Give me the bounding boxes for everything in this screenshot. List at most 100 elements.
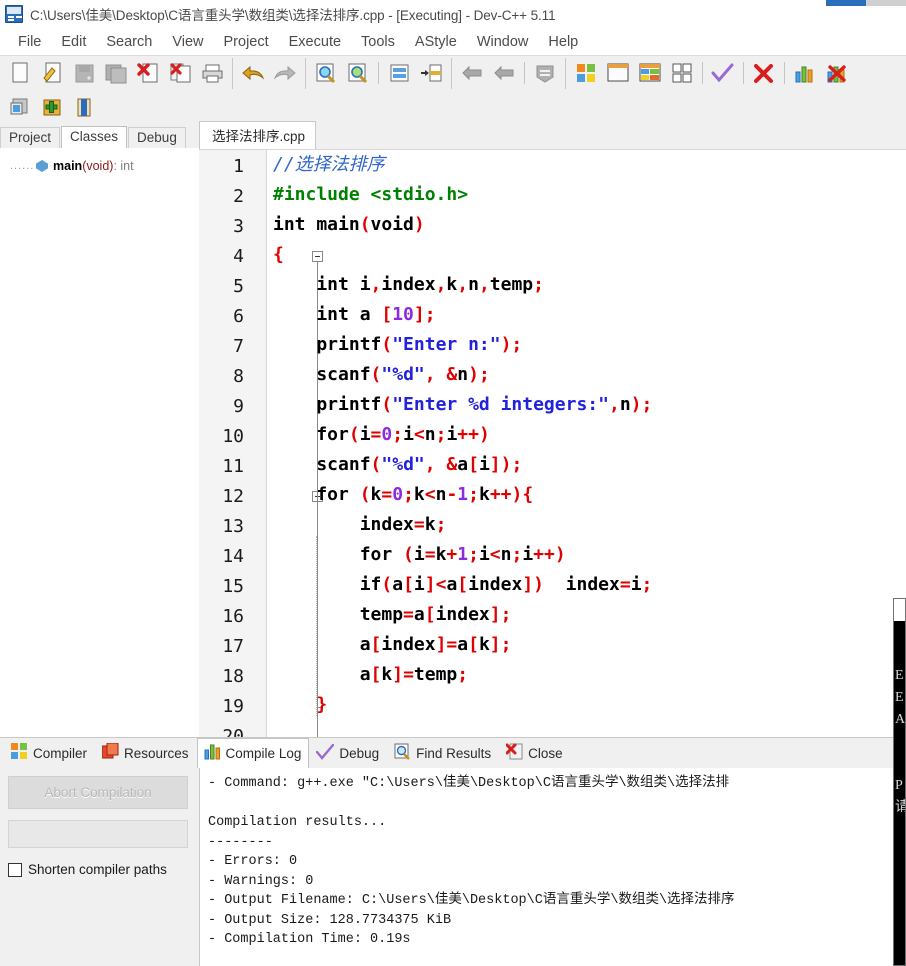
open-file-icon[interactable] (37, 59, 67, 88)
code-token: i (403, 424, 414, 445)
tree-item-args: (void) (82, 159, 114, 173)
main-toolbar: TDM-G (0, 55, 906, 143)
tab-debug-bottom[interactable]: Debug (309, 739, 388, 768)
menu-window[interactable]: Window (467, 32, 539, 52)
menu-tools[interactable]: Tools (351, 32, 405, 52)
code-token: for (273, 484, 360, 505)
code-token: ; (403, 484, 414, 505)
line-number: 1 (233, 156, 244, 177)
undo-icon[interactable] (238, 59, 268, 88)
add-to-project-icon[interactable] (37, 93, 67, 122)
project-options-icon[interactable] (69, 93, 99, 122)
code-token: "Enter n:" (392, 334, 501, 355)
code-token: 1 (457, 484, 469, 505)
code-token: , & (424, 454, 458, 475)
toolbar-separator-2 (524, 62, 525, 84)
code-token: ++){ (489, 484, 534, 505)
line-number: 19 (222, 696, 244, 717)
close-button[interactable] (866, 0, 906, 6)
code-token: a (446, 574, 458, 595)
menu-help[interactable]: Help (538, 32, 588, 52)
maximize-button[interactable] (826, 0, 866, 6)
tab-resources[interactable]: Resources (95, 738, 197, 768)
run-icon[interactable] (603, 59, 633, 88)
code-token: 0 (381, 424, 393, 445)
stop-execution-icon[interactable] (749, 59, 779, 88)
compile-run-icon[interactable] (635, 59, 665, 88)
goto-line-icon[interactable] (384, 59, 414, 88)
code-token: k (446, 274, 458, 295)
new-file-icon[interactable] (5, 59, 35, 88)
compile-log-line: Compilation results... (208, 815, 387, 830)
shorten-compiler-paths-checkbox[interactable] (8, 862, 22, 877)
compile-log-output[interactable]: - Command: g++.exe "C:\Users\佳美\Desktop\… (199, 768, 906, 966)
find-icon[interactable] (311, 59, 341, 88)
compile-log-line: - Command: g++.exe "C:\Users\佳美\Desktop\… (208, 776, 730, 791)
line-number: 11 (222, 456, 244, 477)
tab-classes[interactable]: Classes (61, 126, 128, 148)
rebuild-all-icon[interactable] (667, 59, 697, 88)
code-text-area[interactable]: //选择法排序 #include <stdio.h> int main(void){… (268, 150, 906, 737)
code-token: = (619, 574, 631, 595)
menu-execute[interactable]: Execute (279, 32, 351, 52)
code-token: ]= (392, 664, 414, 685)
goto-function-icon[interactable] (416, 59, 446, 88)
syntax-check-icon[interactable] (708, 59, 738, 88)
code-token: k (381, 664, 393, 685)
menu-search[interactable]: Search (96, 32, 162, 52)
forward-icon[interactable] (489, 59, 519, 88)
minimize-button[interactable] (786, 0, 826, 6)
line-number: 12 (222, 486, 244, 507)
redo-icon[interactable] (270, 59, 300, 88)
editor-panel: 选择法排序.cpp 1 2 3 4 5 6 7 8 9 10 11 12 13 14 15 16 17 18 19 2… (199, 121, 906, 737)
close-file-icon[interactable] (133, 59, 163, 88)
tab-project[interactable]: Project (0, 127, 61, 148)
abort-compilation-button[interactable]: Abort Compilation (8, 776, 188, 809)
menu-view[interactable]: View (162, 32, 213, 52)
delete-profile-icon[interactable] (822, 59, 852, 88)
tree-item-main[interactable]: ...... main (void) : int (0, 157, 199, 175)
editor-body[interactable]: 1 2 3 4 5 6 7 8 9 10 11 12 13 14 15 16 17 18 19 20 //选择法排序 #… (199, 149, 906, 737)
compile-icon[interactable] (571, 59, 601, 88)
code-token: ]; (489, 604, 512, 625)
menu-file[interactable]: File (8, 32, 51, 52)
editor-tab-file[interactable]: 选择法排序.cpp (199, 121, 317, 149)
tab-debug[interactable]: Debug (128, 127, 186, 148)
print-icon[interactable] (197, 59, 227, 88)
code-token: ( (381, 394, 393, 415)
back-icon[interactable] (457, 59, 487, 88)
save-file-icon[interactable] (69, 59, 99, 88)
menu-project[interactable]: Project (214, 32, 279, 52)
code-token: n (619, 394, 631, 415)
code-token: ) (413, 214, 425, 235)
shorten-compiler-paths-row[interactable]: Shorten compiler paths (8, 862, 191, 877)
tab-compiler[interactable]: Compiler (4, 738, 96, 768)
code-token: - (446, 484, 458, 505)
tab-compile-log[interactable]: Compile Log (196, 738, 310, 768)
code-line: } (273, 690, 906, 720)
profile-icon[interactable] (790, 59, 820, 88)
code-token: { (273, 244, 284, 265)
find-results-icon (394, 743, 411, 763)
debug-check-icon (316, 743, 335, 763)
menu-edit[interactable]: Edit (51, 32, 96, 52)
new-project-icon[interactable] (5, 93, 35, 122)
save-all-icon[interactable] (101, 59, 131, 88)
program-output-console-window[interactable]: EEA P请 (893, 598, 906, 966)
toolbar-separator-5 (784, 62, 785, 84)
toggle-bookmark-icon[interactable] (530, 59, 560, 88)
code-line: int main(void) (273, 210, 906, 240)
code-token: 10 (392, 304, 414, 325)
menu-astyle[interactable]: AStyle (405, 32, 467, 52)
code-line: #include <stdio.h> (273, 180, 906, 210)
compiler-icon (11, 743, 28, 763)
tab-find-results-label: Find Results (416, 745, 492, 761)
tab-close[interactable]: Close (499, 738, 571, 768)
code-folding-column[interactable] (254, 150, 323, 737)
code-token: k (478, 634, 490, 655)
close-all-icon[interactable] (165, 59, 195, 88)
code-token: index (381, 634, 436, 655)
tab-find-results[interactable]: Find Results (387, 738, 500, 768)
replace-icon[interactable] (343, 59, 373, 88)
